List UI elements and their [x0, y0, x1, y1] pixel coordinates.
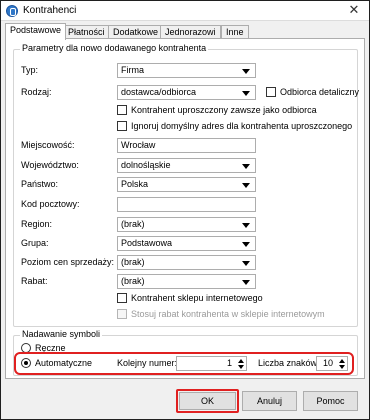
spin-up-icon[interactable]: [238, 359, 244, 363]
rodzaj-value: dostawca/odbiorca: [121, 87, 197, 97]
stosuj-rabat-checkbox: [117, 309, 127, 319]
tab-dodatkowe[interactable]: Dodatkowe: [108, 25, 164, 39]
app-icon: [6, 5, 18, 17]
typ-select[interactable]: Firma: [117, 63, 256, 78]
symbols-group-title: Nadawanie symboli: [20, 329, 103, 339]
typ-value: Firma: [121, 65, 144, 75]
region-label: Region:: [21, 219, 53, 229]
stosuj-rabat-label: Stosuj rabat kontrahenta w sklepie inter…: [131, 309, 325, 319]
poziom-cen-value: (brak): [121, 257, 145, 267]
tab-podstawowe[interactable]: Podstawowe: [5, 23, 67, 40]
chevron-down-icon: [242, 183, 250, 188]
cancel-button[interactable]: Anuluj: [242, 391, 297, 411]
liczba-znakow-label: Liczba znaków:: [258, 358, 320, 368]
wojewodztwo-select[interactable]: dolnośląskie: [117, 158, 256, 173]
chevron-down-icon: [242, 261, 250, 266]
miejscowosc-label: Miejscowość:: [21, 140, 75, 150]
miejscowosc-input[interactable]: Wrocław: [117, 138, 256, 153]
poziom-cen-label: Poziom cen sprzedaży:: [21, 257, 115, 267]
odbiorca-detaliczny-checkbox[interactable]: [266, 87, 276, 97]
kolejny-numer-stepper[interactable]: 1: [176, 356, 247, 371]
automatyczne-label: Automatyczne: [35, 358, 93, 368]
wojewodztwo-label: Województwo:: [21, 160, 79, 170]
typ-label: Typ:: [21, 65, 39, 75]
spin-down-icon[interactable]: [339, 365, 345, 369]
grupa-label: Grupa:: [21, 238, 49, 248]
rabat-label: Rabat:: [21, 276, 48, 286]
chevron-down-icon: [242, 69, 250, 74]
liczba-znakow-stepper[interactable]: 10: [316, 356, 348, 371]
chevron-down-icon: [242, 242, 250, 247]
window-title: Kontrahenci: [23, 5, 77, 16]
spin-up-icon[interactable]: [339, 359, 345, 363]
rabat-value: (brak): [121, 276, 145, 286]
wojewodztwo-value: dolnośląskie: [121, 160, 171, 170]
rodzaj-label: Rodzaj:: [21, 87, 52, 97]
odbiorca-detaliczny-label: Odbiorca detaliczny: [280, 87, 360, 97]
ignoruj-adres-label: Ignoruj domyślny adres dla kontrahenta u…: [131, 121, 353, 131]
region-value: (brak): [121, 219, 145, 229]
spin-down-icon[interactable]: [238, 365, 244, 369]
panstwo-label: Państwo:: [21, 179, 59, 189]
params-group-title: Parametry dla nowo dodawanego kontrahent…: [20, 43, 209, 53]
dialog-window: Kontrahenci ✕ Podstawowe Płatności Dodat…: [0, 0, 370, 420]
kontrahent-sklepu-label: Kontrahent sklepu internetowego: [131, 293, 263, 303]
tab-panel-podstawowe: Parametry dla nowo dodawanego kontrahent…: [5, 38, 365, 379]
kontrahent-uproszczony-label: Kontrahent uproszczony zawsze jako odbio…: [131, 105, 317, 115]
help-button[interactable]: Pomoc: [303, 391, 358, 411]
grupa-value: Podstawowa: [121, 238, 173, 248]
kolejny-numer-label: Kolejny numer:: [117, 358, 178, 368]
region-select[interactable]: (brak): [117, 217, 256, 232]
chevron-down-icon: [242, 91, 250, 96]
automatyczne-radio[interactable]: [21, 358, 31, 368]
chevron-down-icon: [242, 164, 250, 169]
kod-pocztowy-label: Kod pocztowy:: [21, 199, 80, 209]
rodzaj-select[interactable]: dostawca/odbiorca: [117, 85, 256, 100]
chevron-down-icon: [242, 223, 250, 228]
poziom-cen-select[interactable]: (brak): [117, 255, 256, 270]
chevron-down-icon: [242, 280, 250, 285]
ok-button[interactable]: OK: [179, 392, 236, 410]
close-button[interactable]: ✕: [343, 2, 365, 19]
grupa-select[interactable]: Podstawowa: [117, 236, 256, 251]
panstwo-value: Polska: [121, 179, 149, 189]
ignoruj-adres-checkbox[interactable]: [117, 121, 127, 131]
title-bar[interactable]: Kontrahenci ✕: [1, 1, 369, 21]
kod-pocztowy-input[interactable]: [117, 197, 256, 212]
liczba-znakow-value: 10: [322, 358, 333, 368]
kolejny-numer-value: 1: [226, 358, 232, 368]
tab-inne[interactable]: Inne: [221, 25, 249, 39]
panstwo-select[interactable]: Polska: [117, 177, 256, 192]
rabat-select[interactable]: (brak): [117, 274, 256, 289]
tab-jednorazowi[interactable]: Jednorazowi: [160, 25, 221, 39]
kontrahent-sklepu-checkbox[interactable]: [117, 293, 127, 303]
tab-platnosci[interactable]: Płatności: [63, 25, 110, 39]
kontrahent-uproszczony-checkbox[interactable]: [117, 105, 127, 115]
